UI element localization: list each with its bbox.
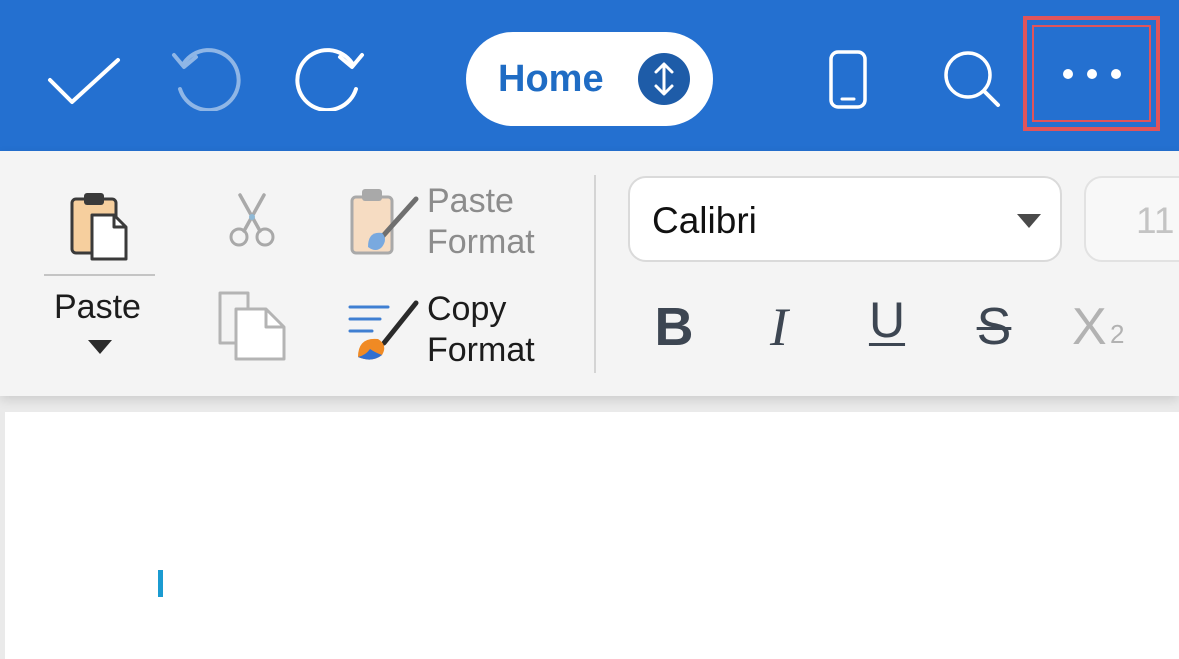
copy-format-label-line1: Copy: [427, 290, 507, 328]
bold-button[interactable]: B: [648, 297, 700, 357]
home-tab-label: Home: [498, 58, 604, 100]
scissors-icon[interactable]: [226, 191, 278, 249]
subscript-label: X: [1072, 298, 1107, 356]
copy-format-button[interactable]: Copy Format: [346, 289, 550, 373]
chevron-down-icon: [1017, 214, 1041, 228]
subscript-button[interactable]: X 2: [1072, 297, 1138, 357]
paste-divider: [44, 274, 155, 276]
paste-format-icon: [350, 189, 419, 255]
font-size-value: 11: [1136, 200, 1175, 241]
chevron-down-icon: [88, 340, 112, 354]
paste-button[interactable]: Paste: [44, 287, 155, 357]
font-name-dropdown[interactable]: Calibri: [628, 176, 1062, 262]
checkmark-icon[interactable]: [46, 54, 122, 108]
strikethrough-button[interactable]: S: [966, 297, 1022, 357]
top-toolbar: Home: [0, 0, 1179, 151]
document-canvas[interactable]: [5, 412, 1179, 659]
text-cursor: [158, 570, 163, 597]
paste-format-button[interactable]: Paste Format: [346, 181, 550, 265]
copy-format-label-line2: Format: [427, 331, 535, 369]
italic-button[interactable]: I: [756, 297, 802, 357]
more-options-button[interactable]: [1023, 16, 1160, 131]
copy-icon[interactable]: [216, 291, 288, 363]
font-size-field[interactable]: 11: [1084, 176, 1179, 262]
ribbon-divider: [594, 175, 596, 373]
underline-button[interactable]: U: [858, 291, 916, 357]
up-down-arrows-icon: [638, 53, 690, 105]
clipboard-paste-icon[interactable]: [66, 189, 132, 265]
paste-format-label-line1: Paste: [427, 182, 514, 220]
paste-label: Paste: [54, 288, 141, 326]
phone-icon[interactable]: [828, 49, 870, 111]
home-tab-selector[interactable]: Home: [466, 32, 713, 126]
subscript-sub-label: 2: [1110, 319, 1125, 349]
font-name-value: Calibri: [652, 200, 757, 241]
search-icon[interactable]: [940, 50, 1004, 110]
redo-icon[interactable]: [292, 45, 366, 111]
home-ribbon: Paste Paste Format Copy Format Calibri 1…: [0, 151, 1179, 396]
ellipsis-icon: [1062, 68, 1121, 79]
undo-icon[interactable]: [170, 45, 244, 111]
paste-format-label-line2: Format: [427, 223, 535, 261]
copy-format-icon: [348, 300, 419, 360]
